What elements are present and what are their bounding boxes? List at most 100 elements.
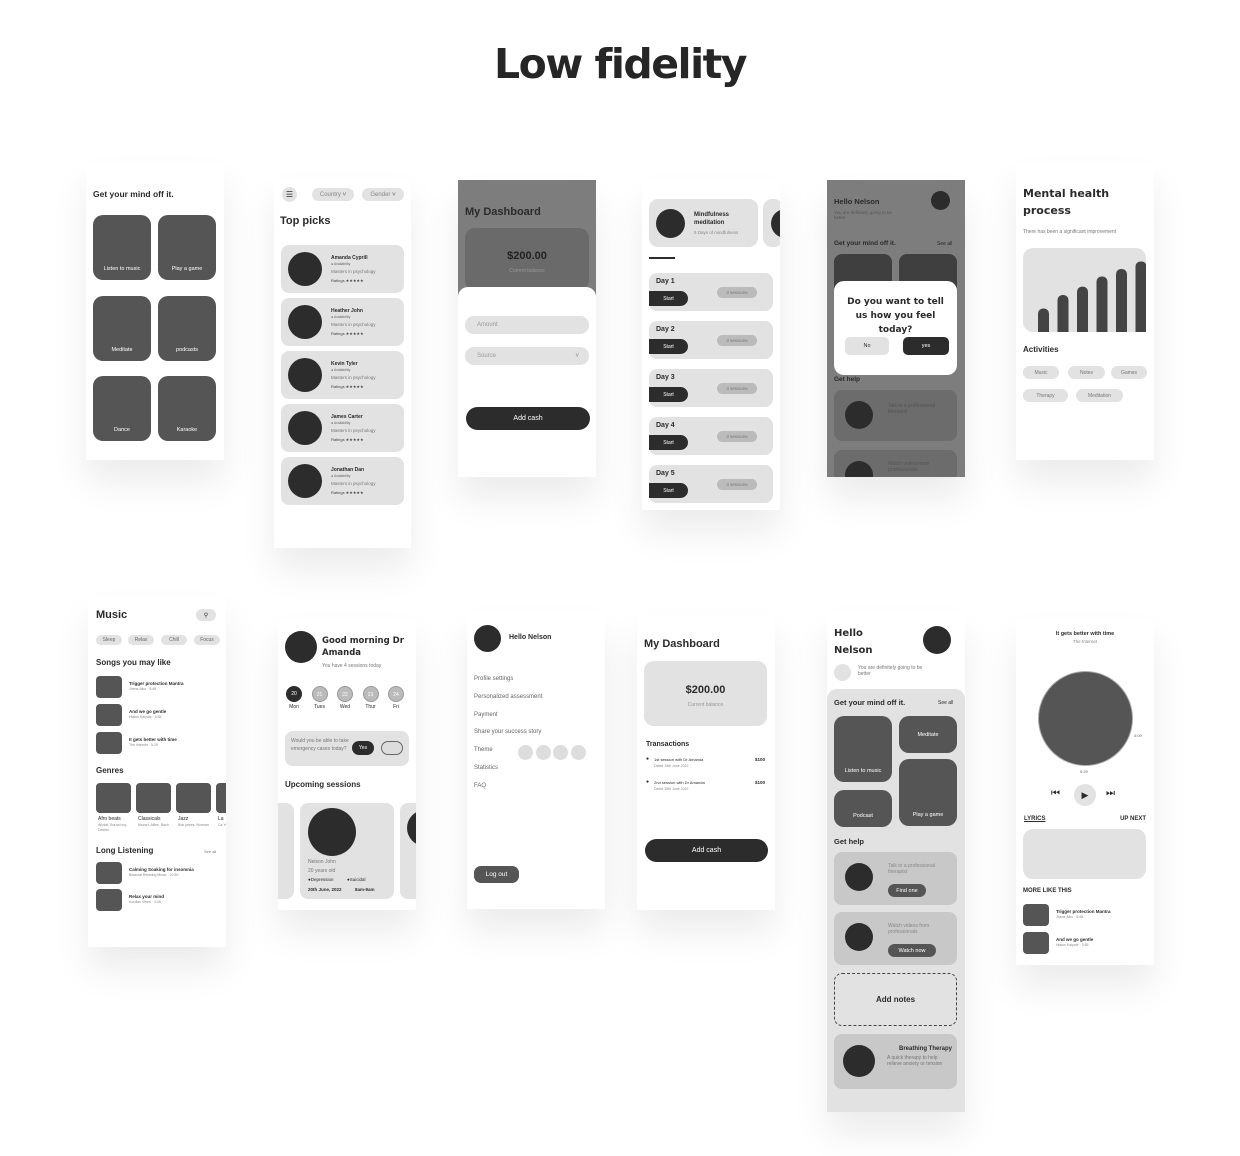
date-chip[interactable]: 21: [311, 686, 328, 702]
day-card[interactable]: Day 5 Start 4 sessions: [649, 465, 773, 503]
see-all-link[interactable]: See all: [204, 849, 216, 854]
tile-meditate[interactable]: Meditate: [899, 716, 957, 753]
add-cash-button[interactable]: Add cash: [466, 407, 590, 430]
activity-chip[interactable]: Notes: [1068, 366, 1105, 379]
tile-game[interactable]: Play a game: [899, 759, 957, 826]
filter-country[interactable]: Country ˅: [312, 188, 354, 201]
help-card[interactable]: Talk to a professional therapist: [834, 390, 957, 441]
help-card[interactable]: Watch videos from professionals: [834, 450, 957, 477]
activity-chip[interactable]: Music: [1023, 366, 1059, 379]
add-cash-button[interactable]: Add cash: [645, 839, 768, 862]
yes-button[interactable]: Yes: [352, 741, 374, 755]
theme-swatch[interactable]: [553, 745, 568, 760]
tile-podcasts[interactable]: podcasts: [158, 296, 216, 361]
avatar[interactable]: [285, 631, 317, 663]
watch-now-button[interactable]: Watch now: [888, 944, 936, 957]
date-chip[interactable]: 20: [286, 686, 302, 702]
start-button[interactable]: Start: [649, 483, 688, 498]
logout-button[interactable]: Log out: [474, 866, 519, 883]
program-card[interactable]: Mindfulness meditation 5 Days of mindful…: [649, 199, 758, 247]
filter-icon[interactable]: ☰: [282, 187, 297, 202]
start-button[interactable]: Start: [649, 435, 688, 450]
song-title[interactable]: And we go gentle: [129, 709, 166, 714]
tile-karaoke[interactable]: Karaoke: [158, 376, 216, 441]
next-icon[interactable]: ⏭: [1106, 788, 1115, 799]
song-title[interactable]: Trigger protection Mantra: [129, 681, 184, 686]
tab-upnext[interactable]: UP NEXT: [1120, 816, 1146, 822]
filter-gender[interactable]: Gender ˅: [362, 188, 404, 201]
genre-cover[interactable]: [96, 783, 131, 813]
chip[interactable]: Relax: [128, 635, 154, 645]
play-icon[interactable]: ▶: [1074, 784, 1096, 806]
date-chip[interactable]: 22: [337, 686, 353, 702]
start-button[interactable]: Start: [649, 387, 688, 402]
menu-item[interactable]: Profile settings: [474, 676, 513, 682]
tile-meditate[interactable]: Meditate: [93, 296, 151, 361]
yes-button[interactable]: yes: [903, 337, 949, 355]
date-chip[interactable]: 23: [362, 686, 379, 702]
avatar[interactable]: [474, 625, 501, 652]
theme-swatch[interactable]: [571, 745, 586, 760]
tile-podcast[interactable]: Podcast: [834, 790, 892, 827]
genre-cover[interactable]: [176, 783, 211, 813]
song-title[interactable]: Relax your mind: [129, 894, 164, 899]
song-title[interactable]: And we go gentle: [1056, 937, 1093, 942]
tab-lyrics[interactable]: LYRICS: [1024, 816, 1045, 822]
tile-game[interactable]: Play a game: [158, 215, 216, 280]
chip[interactable]: Chill: [161, 635, 187, 645]
start-button[interactable]: Start: [649, 291, 688, 306]
genre-cover[interactable]: [216, 783, 226, 813]
chip[interactable]: Sleep: [96, 635, 122, 645]
search-icon[interactable]: ⚲: [196, 609, 216, 621]
doctor-card[interactable]: Amanda Cyprill ● Availability Masters in p…: [281, 245, 404, 293]
date-chip[interactable]: 24: [388, 686, 404, 702]
activity-chip[interactable]: Games: [1111, 366, 1147, 379]
doctor-card[interactable]: Jonathan Dan ● Availability Masters in psy…: [281, 457, 404, 505]
session-card[interactable]: Nelson John 20 years old ●Depression ●Su…: [300, 803, 394, 899]
menu-item[interactable]: Payment: [474, 712, 498, 718]
see-all-link[interactable]: See all: [937, 241, 952, 247]
next-program-card[interactable]: [763, 199, 780, 247]
start-button[interactable]: Start: [649, 339, 688, 354]
activity-chip[interactable]: Meditation: [1076, 389, 1123, 402]
theme-swatch[interactable]: [536, 745, 551, 760]
chip[interactable]: Focus: [194, 635, 220, 645]
tile-music[interactable]: Listen to music: [834, 716, 892, 782]
avatar[interactable]: [931, 191, 950, 210]
doctor-card[interactable]: Kevin Tyler ● Availability Masters in psyc…: [281, 351, 404, 399]
song-title[interactable]: Trigger protection Mantra: [1056, 909, 1111, 914]
doctor-card[interactable]: Heather John ● Availability Masters in psy…: [281, 298, 404, 346]
menu-item[interactable]: Statistics: [474, 765, 498, 771]
no-button[interactable]: No: [845, 337, 889, 355]
avatar[interactable]: [923, 626, 951, 654]
song-title[interactable]: Calming Soaking for insomnia: [129, 867, 194, 872]
menu-item[interactable]: Theme: [474, 747, 493, 753]
session-card-prev[interactable]: [278, 803, 294, 899]
add-notes-button[interactable]: Add notes: [834, 973, 957, 1026]
doctor-card[interactable]: James Carter ● Availability Masters in psy…: [281, 404, 404, 452]
day-card[interactable]: Day 4 Start 3 sessions: [649, 417, 773, 455]
session-card-next[interactable]: [400, 803, 416, 899]
amount-input[interactable]: Amount: [465, 316, 589, 334]
emergency-card: Would you be able to take emergency case…: [285, 731, 409, 766]
help-card[interactable]: Talk to a professional therapist Find on…: [834, 852, 957, 905]
theme-swatch[interactable]: [518, 745, 533, 760]
see-all-link[interactable]: See all: [938, 700, 953, 706]
day-card[interactable]: Day 2 Start 3 sessions: [649, 321, 773, 359]
activity-chip[interactable]: Therapy: [1023, 389, 1068, 402]
day-card[interactable]: Day 1 Start 3 sessions: [649, 273, 773, 311]
song-title[interactable]: It gets better with time: [129, 737, 177, 742]
breathing-card[interactable]: Breathing Therapy A quick therapy to hel…: [834, 1034, 957, 1089]
find-one-button[interactable]: Find one: [888, 884, 926, 897]
help-card[interactable]: Watch videos from professionals Watch no…: [834, 912, 957, 965]
menu-item[interactable]: Share your success story: [474, 729, 541, 735]
day-card[interactable]: Day 3 Start 4 sessions: [649, 369, 773, 407]
tile-dance[interactable]: Dance: [93, 376, 151, 441]
genre-cover[interactable]: [136, 783, 171, 813]
tile-music[interactable]: Listen to music: [93, 215, 151, 280]
no-button[interactable]: [381, 741, 403, 755]
prev-icon[interactable]: ⏮: [1051, 788, 1060, 799]
menu-item[interactable]: FAQ: [474, 783, 486, 789]
menu-item[interactable]: Personalized assessment: [474, 694, 542, 700]
source-select[interactable]: Source ˅: [465, 347, 589, 365]
